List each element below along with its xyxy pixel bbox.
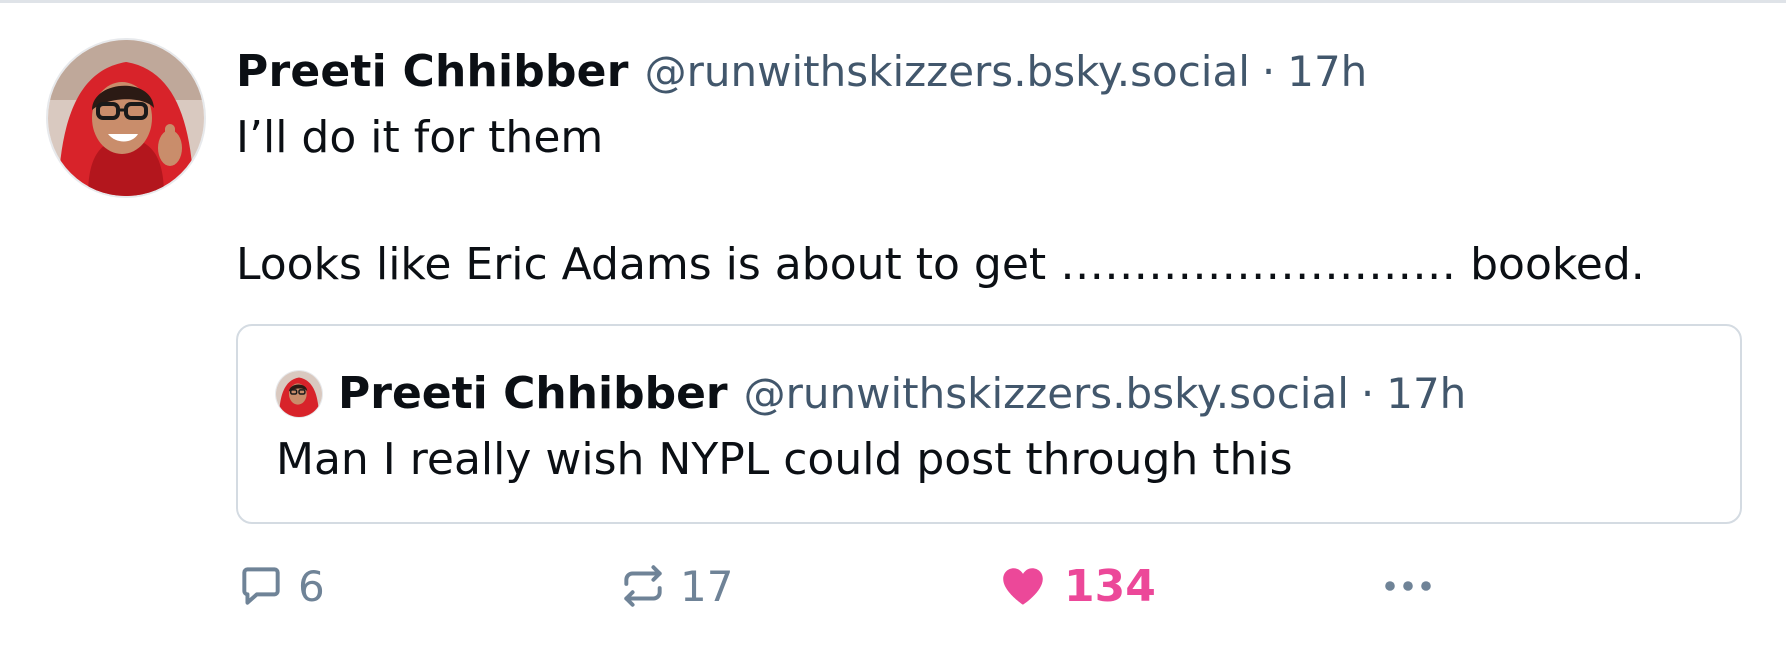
post-timestamp[interactable]: 17h xyxy=(1287,44,1367,100)
reply-bubble-icon xyxy=(242,567,280,605)
quoted-post-text: Man I really wish NYPL could post throug… xyxy=(276,434,1293,485)
quoted-separator-dot: · xyxy=(1360,369,1375,418)
ellipsis-icon xyxy=(1385,581,1431,591)
like-count: 134 xyxy=(1064,560,1156,612)
quoted-post-timestamp[interactable]: 17h xyxy=(1386,366,1466,422)
post-body: I’ll do it for them Looks like Eric Adam… xyxy=(236,108,1736,290)
quoted-post-card[interactable]: Preeti Chhibber @runwithskizzers.bsky.so… xyxy=(236,324,1742,524)
post-text-line-2: Looks like Eric Adams is about to get ……… xyxy=(236,239,1645,290)
like-button[interactable]: 134 xyxy=(998,556,1156,616)
quoted-author-name[interactable]: Preeti Chhibber xyxy=(338,366,728,422)
post-text-line-1: I’ll do it for them xyxy=(236,112,604,163)
repost-button[interactable]: 17 xyxy=(618,556,733,616)
more-options-button[interactable] xyxy=(1380,556,1436,616)
repost-count: 17 xyxy=(680,561,734,611)
top-divider xyxy=(0,0,1786,3)
quoted-author-handle[interactable]: @runwithskizzers.bsky.social xyxy=(744,366,1349,422)
quoted-author-avatar[interactable] xyxy=(276,371,322,417)
separator-dot: · xyxy=(1261,47,1276,96)
heart-filled-icon xyxy=(1003,568,1043,605)
reply-button[interactable]: 6 xyxy=(236,556,325,616)
author-avatar[interactable] xyxy=(48,40,204,196)
repost-arrows-icon xyxy=(624,565,662,607)
author-handle[interactable]: @runwithskizzers.bsky.social xyxy=(645,44,1250,100)
post-actions-bar: 6 17 134 xyxy=(236,556,1466,616)
quoted-post-header: Preeti Chhibber @runwithskizzers.bsky.so… xyxy=(276,366,1466,422)
avatar-photo-icon xyxy=(48,40,204,196)
quoted-avatar-photo-icon xyxy=(276,371,322,417)
reply-count: 6 xyxy=(298,561,325,611)
post-header: Preeti Chhibber @runwithskizzers.bsky.so… xyxy=(236,44,1367,100)
author-name[interactable]: Preeti Chhibber xyxy=(236,44,629,100)
